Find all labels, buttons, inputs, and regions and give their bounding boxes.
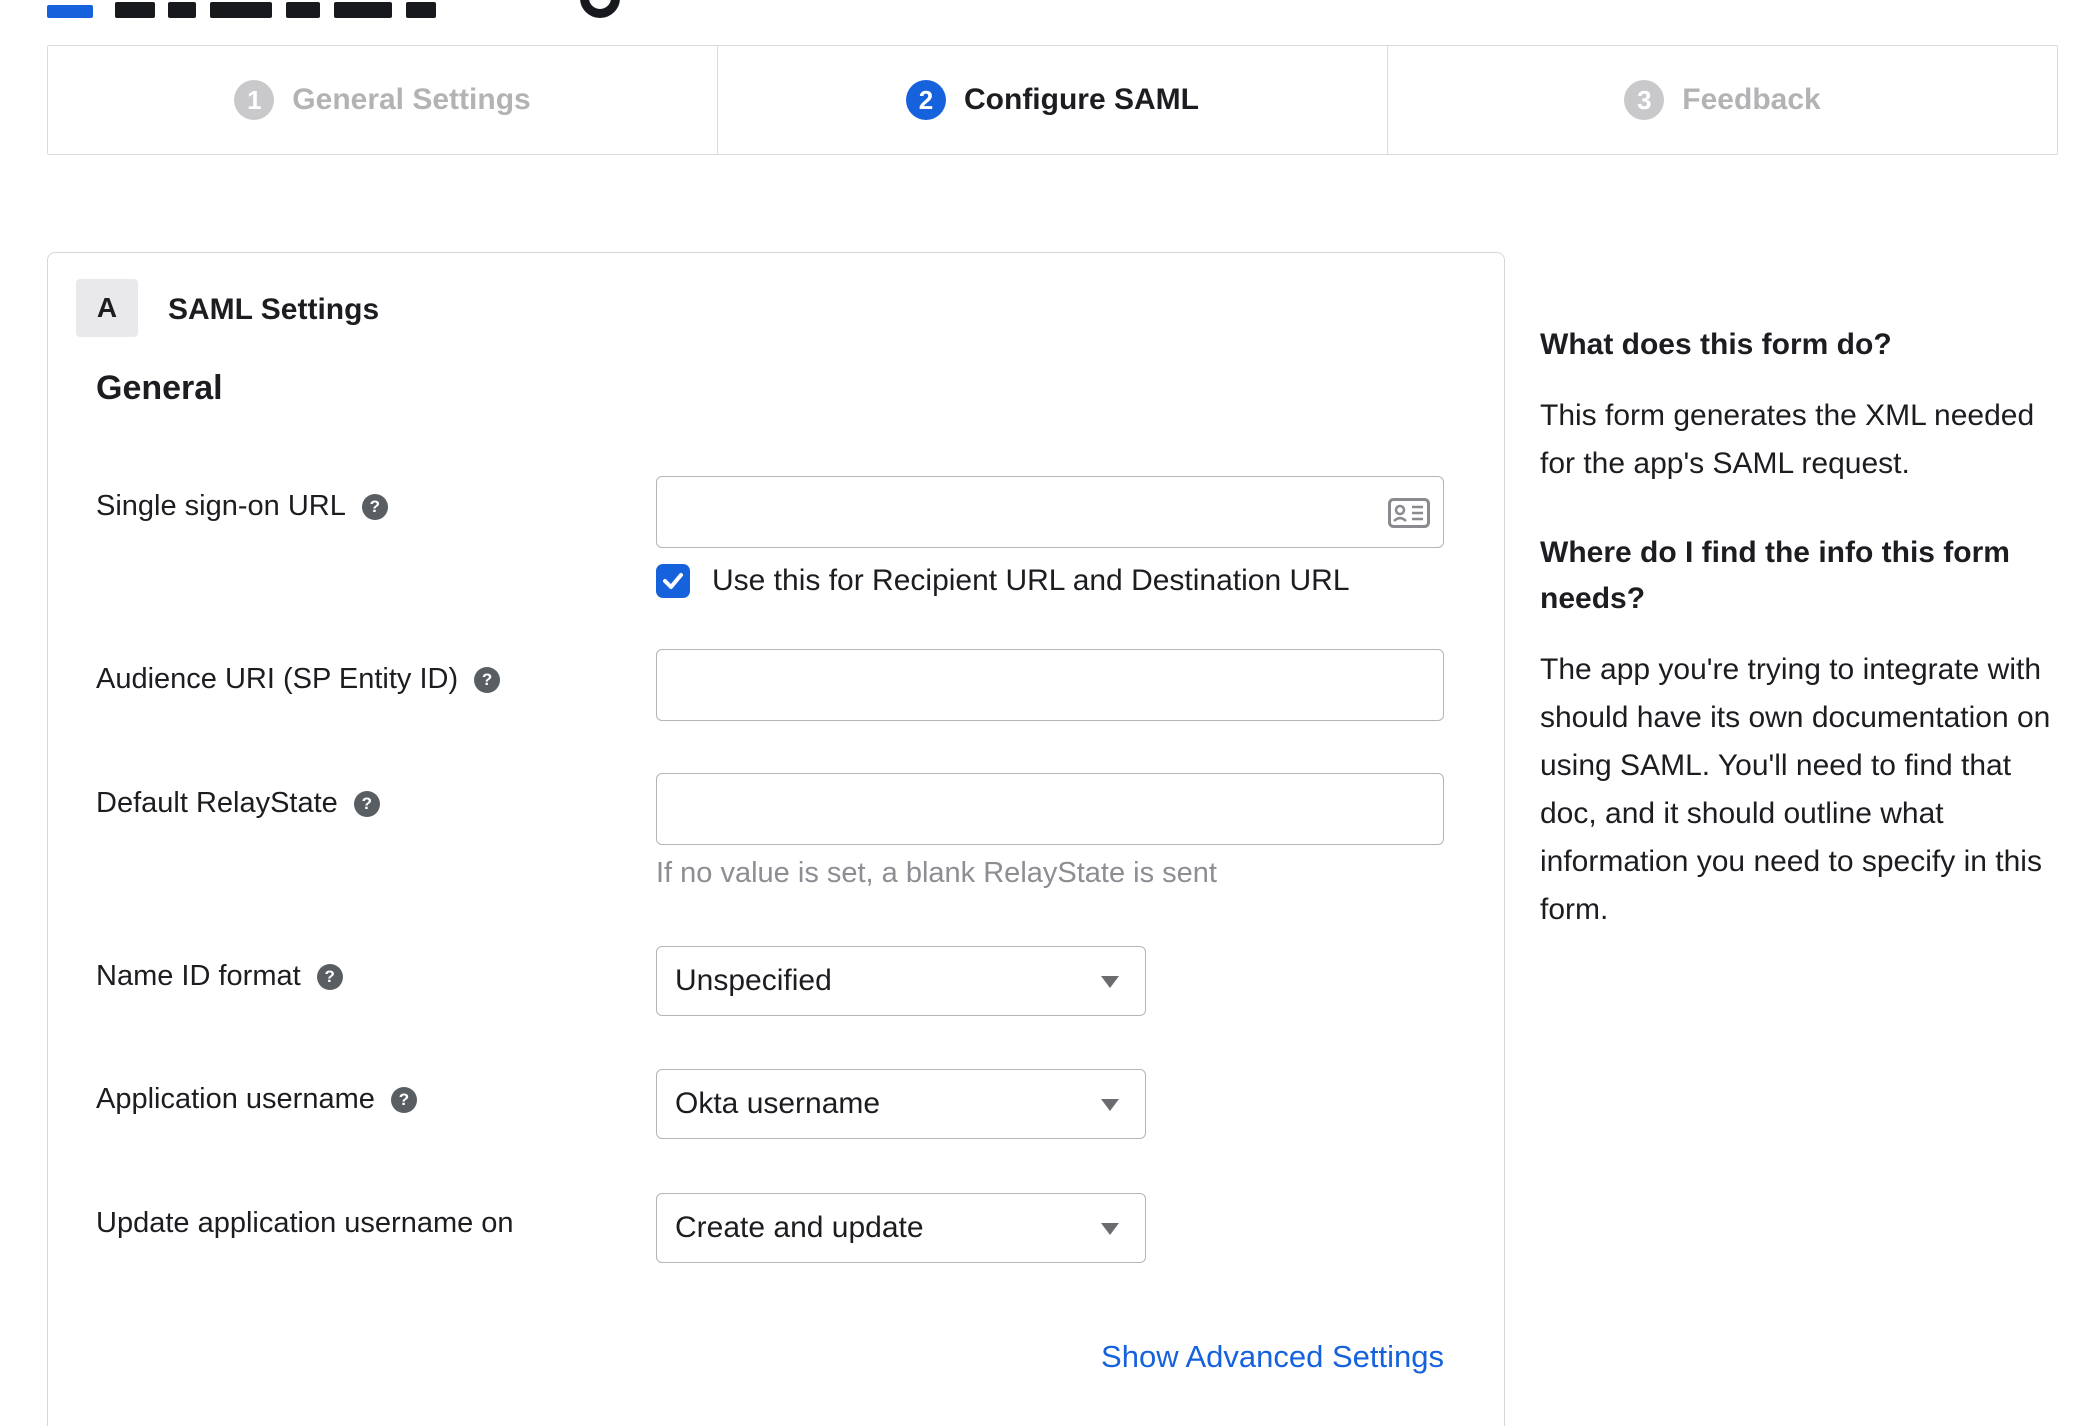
label-text: Name ID format — [96, 960, 301, 992]
section-a-badge: A — [76, 279, 138, 337]
recipient-url-checkbox-row: Use this for Recipient URL and Destinati… — [656, 564, 1350, 598]
checkmark-icon — [663, 573, 683, 589]
label-text: Single sign-on URL — [96, 490, 346, 522]
help-heading-where: Where do I find the info this form needs… — [1540, 536, 2010, 615]
wizard-stepper: 1 General Settings 2 Configure SAML 3 Fe… — [47, 45, 2058, 155]
select-value: Unspecified — [675, 964, 832, 997]
clipped-title-fragment — [115, 2, 155, 18]
step-configure-saml[interactable]: 2 Configure SAML — [717, 46, 1387, 154]
help-sidebar: What does this form do? This form genera… — [1540, 322, 2055, 976]
label-text: Audience URI (SP Entity ID) — [96, 663, 459, 695]
update-username-select[interactable]: Create and update — [656, 1193, 1146, 1263]
gear-icon — [580, 0, 620, 18]
step-number-badge: 2 — [906, 80, 946, 120]
clipped-logo-fragment — [47, 5, 93, 18]
recipient-url-checkbox[interactable] — [656, 564, 690, 598]
label-text: Application username — [96, 1083, 375, 1115]
section-title: SAML Settings — [168, 293, 380, 326]
label-text: Default RelayState — [96, 787, 338, 819]
sso-url-label: Single sign-on URL ? — [96, 490, 388, 523]
contact-card-icon[interactable] — [1388, 498, 1430, 533]
show-advanced-settings-link[interactable]: Show Advanced Settings — [656, 1339, 1444, 1375]
clipped-title-fragment — [406, 2, 436, 18]
help-icon[interactable]: ? — [390, 1086, 417, 1113]
chevron-down-icon — [1101, 1099, 1119, 1111]
saml-settings-card: A SAML Settings General Single sign-on U… — [47, 252, 1505, 1426]
relaystate-input[interactable] — [656, 773, 1444, 845]
clipped-title-fragment — [286, 2, 320, 18]
step-number-badge: 3 — [1624, 80, 1665, 120]
help-icon[interactable]: ? — [316, 963, 343, 990]
step-number-badge: 1 — [234, 80, 275, 120]
audience-uri-label: Audience URI (SP Entity ID) ? — [96, 663, 501, 696]
chevron-down-icon — [1101, 976, 1119, 988]
help-icon[interactable]: ? — [353, 790, 380, 817]
step-feedback[interactable]: 3 Feedback — [1387, 46, 2057, 154]
relaystate-label: Default RelayState ? — [96, 787, 380, 820]
step-label: Feedback — [1682, 83, 1821, 116]
step-general-settings[interactable]: 1 General Settings — [48, 46, 717, 154]
relaystate-helper-text: If no value is set, a blank RelayState i… — [656, 857, 1217, 889]
clipped-title-fragment — [168, 2, 196, 18]
page: 1 General Settings 2 Configure SAML 3 Fe… — [0, 0, 2092, 1426]
clipped-app-header — [0, 0, 2092, 20]
select-value: Create and update — [675, 1211, 924, 1244]
chevron-down-icon — [1101, 1223, 1119, 1235]
select-value: Okta username — [675, 1087, 881, 1120]
update-username-label: Update application username on — [96, 1207, 514, 1240]
nameid-format-label: Name ID format ? — [96, 960, 343, 993]
general-heading: General — [96, 369, 223, 407]
clipped-title-fragment — [210, 2, 272, 18]
step-label: Configure SAML — [964, 83, 1199, 116]
audience-uri-input[interactable] — [656, 649, 1444, 721]
recipient-url-checkbox-label[interactable]: Use this for Recipient URL and Destinati… — [712, 564, 1350, 598]
step-label: General Settings — [292, 83, 531, 116]
help-paragraph-what: This form generates the XML needed for t… — [1540, 399, 2035, 480]
nameid-format-select[interactable]: Unspecified — [656, 946, 1146, 1016]
app-username-select[interactable]: Okta username — [656, 1069, 1146, 1139]
sso-url-input[interactable] — [656, 476, 1444, 548]
clipped-title-fragment — [334, 2, 392, 18]
help-icon[interactable]: ? — [361, 493, 388, 520]
help-heading-what: What does this form do? — [1540, 328, 1892, 361]
help-paragraph-where: The app you're trying to integrate with … — [1540, 653, 2051, 926]
app-username-label: Application username ? — [96, 1083, 417, 1116]
help-icon[interactable]: ? — [474, 666, 501, 693]
label-text: Update application username on — [96, 1207, 514, 1239]
